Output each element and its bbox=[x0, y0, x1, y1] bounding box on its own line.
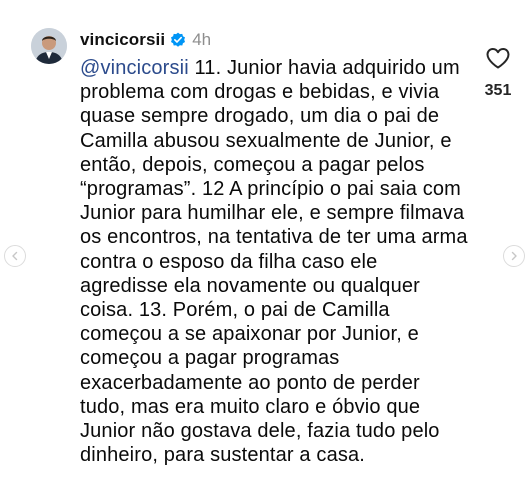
like-section: 351 bbox=[478, 46, 518, 100]
username[interactable]: vincicorsii bbox=[80, 30, 165, 50]
avatar[interactable] bbox=[31, 28, 67, 64]
comment-body: 11. Junior havia adquirido um problema c… bbox=[80, 57, 468, 467]
chevron-left-icon bbox=[12, 251, 18, 261]
verified-badge-icon bbox=[170, 32, 186, 48]
mention-link[interactable]: @vincicorsii bbox=[80, 57, 189, 79]
chevron-right-icon bbox=[511, 251, 517, 261]
comment-text: @vincicorsii 11. Junior havia adquirido … bbox=[80, 56, 470, 467]
next-button[interactable] bbox=[503, 245, 525, 267]
like-count[interactable]: 351 bbox=[478, 82, 518, 100]
comment-timestamp[interactable]: 4h bbox=[192, 30, 211, 50]
previous-button[interactable] bbox=[4, 245, 26, 267]
heart-icon[interactable] bbox=[485, 46, 511, 70]
comment-header: vincicorsii 4h bbox=[80, 28, 211, 52]
